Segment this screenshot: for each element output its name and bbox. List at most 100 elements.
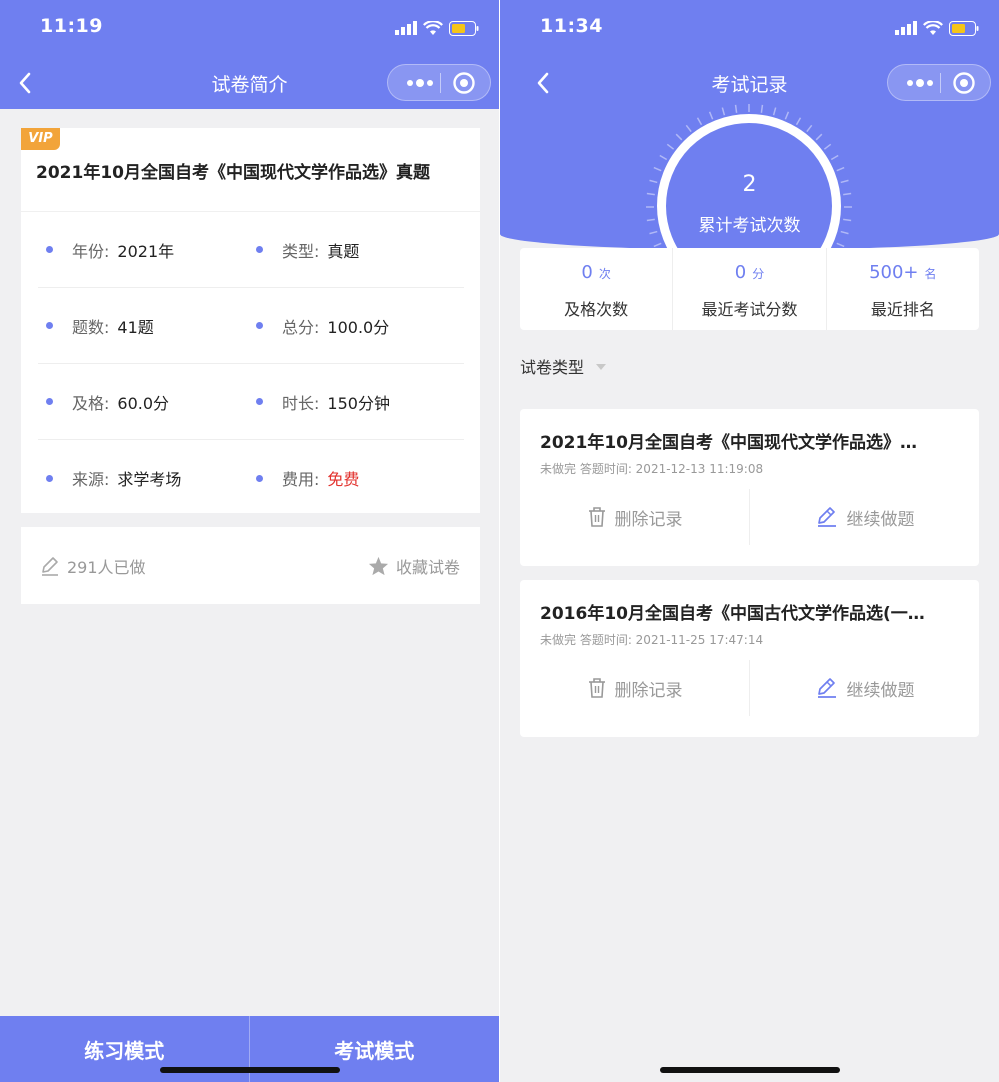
status-icons <box>895 18 979 38</box>
wifi-icon <box>923 20 943 35</box>
info-row: 来源: 求学考场 费用: 免费 <box>38 440 464 516</box>
paper-stats-card: 291人已做 收藏试卷 <box>21 527 480 604</box>
record-meta: 未做完 答题时间: 2021-12-13 11:19:08 <box>540 462 764 476</box>
filter-label: 试卷类型 <box>520 358 585 377</box>
continue-exam-label: 继续做题 <box>846 509 915 530</box>
vip-badge: VIP <box>21 128 60 150</box>
ring-tick <box>685 124 692 133</box>
summary-last-score: 0分 最近考试分数 <box>672 248 825 330</box>
ring-tick <box>836 242 845 248</box>
info-type: 类型: 真题 <box>256 212 359 287</box>
caret-down-icon <box>596 364 607 370</box>
exam-record-card[interactable]: 2021年10月全国自考《中国现代文学作品选》… 未做完 答题时间: 2021-… <box>520 409 979 566</box>
ring-tick <box>823 143 832 150</box>
record-actions: 删除记录 继续做题 <box>520 660 979 716</box>
paper-info-card: VIP 2021年10月全国自考《中国现代文学作品选》真题 年份: 2021年 类… <box>21 128 480 513</box>
status-time: 11:19 <box>40 15 103 37</box>
ring-tick <box>795 117 802 126</box>
record-title: 2021年10月全国自考《中国现代文学作品选》… <box>540 433 917 453</box>
pencil-edit-icon <box>817 678 836 698</box>
summary-last-rank: 500+ 名 最近排名 <box>825 248 979 330</box>
ring-tick <box>772 107 777 116</box>
pencil-edit-icon <box>817 507 836 527</box>
capsule-divider <box>440 73 441 93</box>
status-time: 11:34 <box>540 15 603 37</box>
record-meta: 未做完 答题时间: 2021-11-25 17:47:14 <box>540 633 764 647</box>
signal-icon <box>395 21 417 35</box>
paper-type-filter[interactable]: 试卷类型 <box>520 354 607 378</box>
home-indicator[interactable] <box>160 1067 340 1073</box>
ring-tick <box>830 154 839 161</box>
summary-label: 最近排名 <box>870 300 935 319</box>
info-row: 年份: 2021年 类型: 真题 <box>38 212 464 288</box>
info-total-score: 总分: 100.0分 <box>256 288 389 363</box>
ring-tick <box>659 154 668 161</box>
star-icon <box>368 556 389 575</box>
total-exams-count: 2 <box>742 172 757 197</box>
ring-tick <box>675 133 683 141</box>
wifi-icon <box>423 20 443 35</box>
record-actions: 删除记录 继续做题 <box>520 489 979 545</box>
ring-tick <box>784 111 790 120</box>
home-indicator[interactable] <box>660 1067 840 1073</box>
summary-unit: 名 <box>924 267 937 281</box>
status-icons <box>395 18 479 38</box>
info-pass-score: 及格: 60.0分 <box>46 364 169 439</box>
exam-record-card[interactable]: 2016年10月全国自考《中国古代文学作品选(一… 未做完 答题时间: 2021… <box>520 580 979 737</box>
ring-tick <box>666 143 675 150</box>
done-count-label: 291人已做 <box>67 557 146 577</box>
info-duration: 时长: 150分钟 <box>256 364 390 439</box>
delete-record-label: 删除记录 <box>614 509 683 530</box>
record-title: 2016年10月全国自考《中国古代文学作品选(一… <box>540 604 925 624</box>
total-exams-label: 累计考试次数 <box>698 216 801 236</box>
delete-record-button[interactable]: 删除记录 <box>520 660 749 716</box>
ring-tick <box>734 104 738 113</box>
info-question-count: 题数: 41题 <box>46 288 154 363</box>
continue-exam-button[interactable]: 继续做题 <box>749 489 979 545</box>
summary-unit: 次 <box>598 267 611 281</box>
ring-tick <box>653 166 662 172</box>
ring-tick <box>836 166 845 172</box>
info-source: 来源: 求学考场 <box>46 440 181 516</box>
favorite-button[interactable]: 收藏试卷 <box>368 527 460 604</box>
ring-tick <box>696 117 703 126</box>
summary-label: 最近考试分数 <box>701 300 798 319</box>
summary-pass-count: 0次 及格次数 <box>520 248 672 330</box>
battery-icon <box>949 20 979 36</box>
ring-tick <box>760 104 764 113</box>
battery-icon <box>449 20 479 36</box>
summary-unit: 分 <box>752 267 765 281</box>
summary-value: 0 <box>734 262 747 283</box>
info-row: 及格: 60.0分 时长: 150分钟 <box>38 364 464 440</box>
continue-exam-button[interactable]: 继续做题 <box>749 660 979 716</box>
more-icon[interactable] <box>402 72 438 94</box>
ring-tick <box>815 133 823 141</box>
summary-value: 0 <box>581 262 593 283</box>
signal-icon <box>895 21 917 35</box>
ring-tick <box>721 107 726 116</box>
info-fee: 费用: 免费 <box>256 440 359 516</box>
more-icon[interactable] <box>902 72 938 94</box>
mini-program-capsule <box>887 64 991 101</box>
summary-value: 500+ <box>869 262 919 283</box>
trash-icon <box>588 678 605 698</box>
top-bar: 11:19 试卷简介 <box>0 0 499 109</box>
summary-label: 及格次数 <box>564 300 629 319</box>
ring-tick <box>708 111 714 120</box>
paper-intro-screen: 11:19 试卷简介 VIP 2021年10月全国自考《中国现代文学作品选》真题… <box>0 0 499 1082</box>
info-row: 题数: 41题 总分: 100.0分 <box>38 288 464 364</box>
done-count: 291人已做 <box>39 527 146 604</box>
edit-icon <box>42 556 58 576</box>
close-miniprogram-icon[interactable] <box>952 71 976 95</box>
delete-record-label: 删除记录 <box>614 680 683 701</box>
delete-record-button[interactable]: 删除记录 <box>520 489 749 545</box>
mini-program-capsule <box>387 64 491 101</box>
ring-tick <box>653 242 662 248</box>
exam-records-screen: 11:34 考试记录 2 累计考试次数 0次 及格次数 0分 最近考试分数 50… <box>500 0 999 1082</box>
top-bar: 11:34 考试记录 <box>500 0 999 109</box>
info-year: 年份: 2021年 <box>46 212 174 287</box>
favorite-label: 收藏试卷 <box>395 557 460 577</box>
paper-title: 2021年10月全国自考《中国现代文学作品选》真题 <box>36 163 430 183</box>
trash-icon <box>588 507 605 527</box>
close-miniprogram-icon[interactable] <box>452 71 476 95</box>
